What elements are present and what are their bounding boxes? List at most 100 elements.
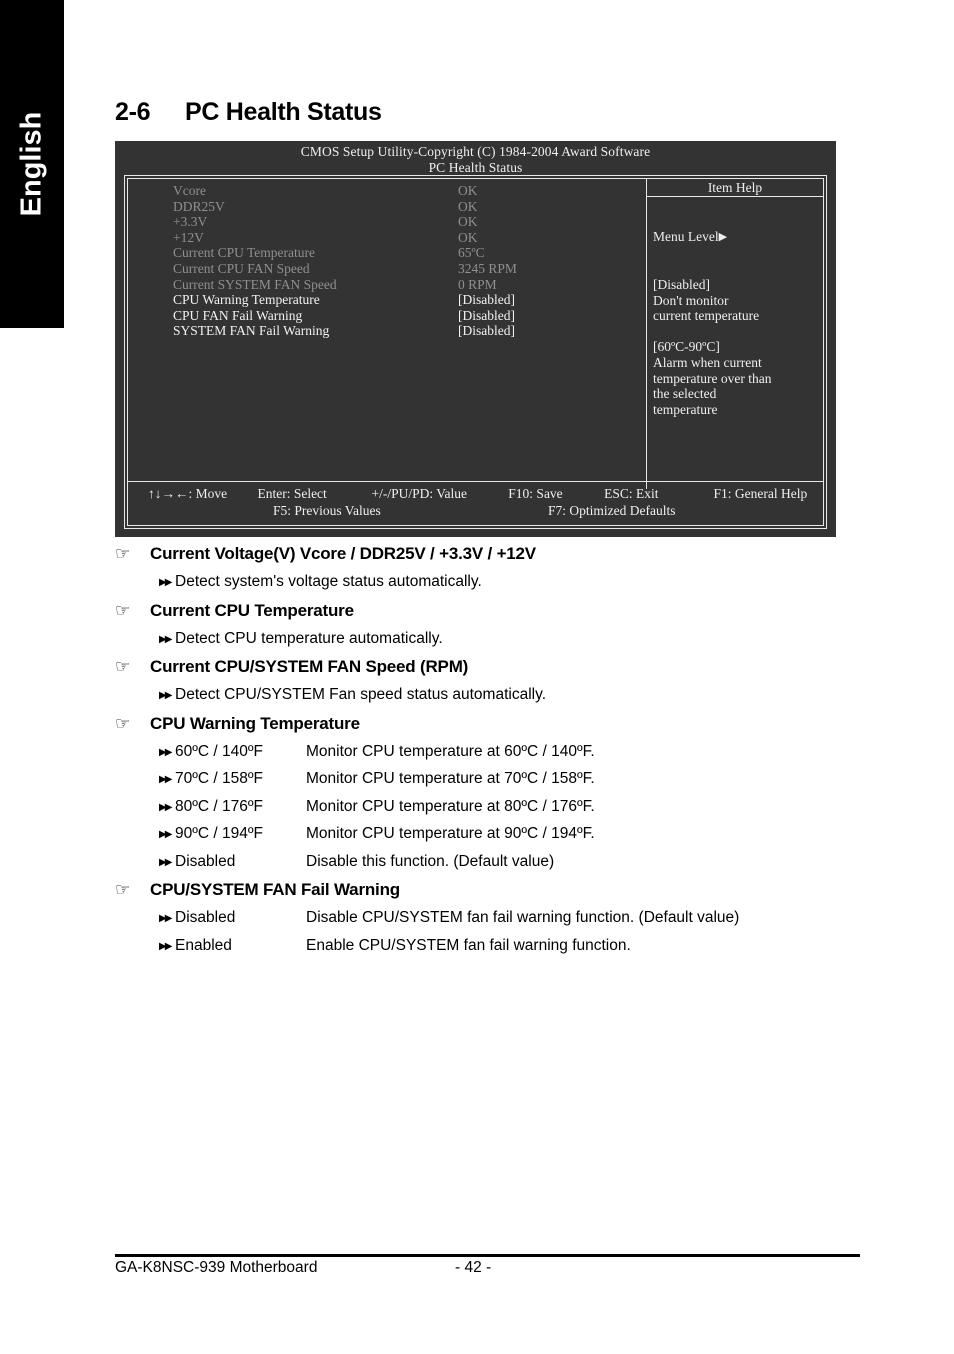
hand-pointer-icon: ☞ [115,713,131,734]
bios-settings-list: Vcore OK DDR25V OK +3.3V OK +12V OK Curr… [128,179,646,489]
page-title: 2-6 PC Health Status [115,98,382,127]
explanation-block-current-voltage: ☞ Current Voltage(V) Vcore / DDR25V / +3… [115,544,875,597]
explanation-heading: ☞ Current CPU/SYSTEM FAN Speed (RPM) [115,657,875,677]
explanation-text: Detect system's voltage status automatic… [175,573,482,590]
setting-value[interactable]: [Disabled] [458,292,515,308]
menu-level-label: Menu Level [653,229,719,245]
key-esc-exit: ESC: Exit [604,486,659,501]
setting-value[interactable]: [Disabled] [458,323,515,339]
explanation-heading: ☞ CPU Warning Temperature [115,714,875,734]
explanation-row: ▶▶ Detect CPU temperature automatically. [115,626,875,654]
setting-row-ddr25v: DDR25V OK [128,199,646,215]
explanation-description: Enable CPU/SYSTEM fan fail warning funct… [306,936,631,954]
explanation-option: 60ºC / 140ºF [175,742,264,760]
explanation-option: 80ºC / 176ºF [175,797,264,815]
setting-value: OK [458,214,478,230]
key-f1-general-help: F1: General Help [713,486,808,501]
key-value: +/-/PU/PD: Value [371,486,467,501]
setting-value: 0 RPM [458,276,497,292]
setting-value: OK [458,198,478,214]
item-help-panel: Item Help Menu Level▶ [Disabled] Don't m… [646,179,823,489]
setting-label: CPU FAN Fail Warning [173,307,303,323]
page-content: 2-6 PC Health Status CMOS Setup Utility-C… [115,0,905,1354]
bios-key-legend-line-2: F5: Previous Values F7: Optimized Defaul… [128,502,823,519]
bios-key-legend-line-1: ↑↓→←: Move Enter: Select +/-/PU/PD: Valu… [128,485,823,502]
item-help-content: Menu Level▶ [Disabled] Don't monitor cur… [647,197,823,449]
explanation-heading-label: Current CPU Temperature [150,600,354,620]
explanation-block-fan-speed: ☞ Current CPU/SYSTEM FAN Speed (RPM) ▶▶ … [115,657,875,710]
footer-divider [115,1254,860,1257]
bios-inner-frame: Vcore OK DDR25V OK +3.3V OK +12V OK Curr… [127,178,824,526]
explanation-heading-label: Current Voltage(V) Vcore / DDR25V / +3.3… [150,544,536,563]
explanation-text: Detect CPU/SYSTEM Fan speed status autom… [175,686,547,703]
setting-label: Current CPU FAN Speed [173,260,310,276]
setting-value: OK [458,183,478,198]
bios-key-legend: ↑↓→←: Move Enter: Select +/-/PU/PD: Valu… [128,481,823,525]
explanation-row: ▶▶ Disabled Disable this function. (Defa… [115,849,875,877]
double-arrow-icon: ▶▶ [159,690,172,701]
explanation-row: ▶▶ 90ºC / 194ºF Monitor CPU temperature … [115,821,875,849]
explanation-block-cpu-warning-temperature: ☞ CPU Warning Temperature ▶▶ 60ºC / 140º… [115,714,875,877]
explanation-heading: ☞ CPU/SYSTEM FAN Fail Warning [115,880,875,900]
hand-pointer-icon: ☞ [115,600,131,621]
bios-title-line-2: PC Health Status [428,159,523,175]
hand-pointer-icon: ☞ [115,880,131,900]
key-f5-previous-values: F5: Previous Values [273,503,381,518]
key-f7-optimized-defaults: F7: Optimized Defaults [548,503,676,518]
bios-titlebar: CMOS Setup Utility-Copyright (C) 1984-20… [115,141,836,175]
bios-title-line-1: CMOS Setup Utility-Copyright (C) 1984-20… [300,144,651,159]
key-f10-save: F10: Save [508,486,563,501]
explanation-description: Disable this function. (Default value) [306,852,555,870]
section-number: 2-6 [115,98,151,126]
setting-value: 3245 RPM [458,260,517,276]
double-arrow-icon: ▶▶ [159,801,172,813]
explanation-description: Monitor CPU temperature at 90ºC / 194ºF. [306,825,595,842]
double-arrow-icon: ▶▶ [159,577,172,588]
double-arrow-icon: ▶▶ [159,633,172,645]
footer-page-number: - 42 - [455,1259,492,1276]
explanation-row: ▶▶ 70ºC / 158ºF Monitor CPU temperature … [115,766,875,794]
chevron-right-icon: ▶ [718,231,728,244]
explanation-row: ▶▶ Disabled Disable CPU/SYSTEM fan fail … [115,905,875,933]
setting-value: 65ºC [458,245,485,261]
hand-pointer-icon: ☞ [115,544,131,564]
explanation-block-current-cpu-temperature: ☞ Current CPU Temperature ▶▶ Detect CPU … [115,601,875,654]
explanation-option: Enabled [175,936,232,954]
setting-row-12v: +12V OK [128,230,646,246]
explanation-text: Detect CPU temperature automatically. [175,629,443,647]
language-tab-label: English [15,111,48,217]
setting-row-system-fan-fail-warning[interactable]: SYSTEM FAN Fail Warning [Disabled] [128,323,646,339]
explanation-description: Monitor CPU temperature at 60ºC / 140ºF. [306,742,595,760]
explanation-row: ▶▶ 60ºC / 140ºF Monitor CPU temperature … [115,739,875,767]
key-move: ↑↓→←: Move [148,486,228,501]
setting-label: Current SYSTEM FAN Speed [173,276,337,292]
explanation-description: Monitor CPU temperature at 70ºC / 158ºF. [306,770,595,787]
hand-pointer-icon: ☞ [115,657,131,677]
setting-label: Vcore [173,183,206,198]
footer-product-name: GA-K8NSC-939 Motherboard [115,1259,318,1276]
double-arrow-icon: ▶▶ [159,856,172,868]
setting-label: CPU Warning Temperature [173,292,320,308]
double-arrow-icon: ▶▶ [159,913,172,924]
explanation-row: ▶▶ Detect system's voltage status automa… [115,569,875,597]
explanation-row: ▶▶ Detect CPU/SYSTEM Fan speed status au… [115,682,875,710]
setting-label: SYSTEM FAN Fail Warning [173,323,330,339]
setting-row-cpu-fan-fail-warning[interactable]: CPU FAN Fail Warning [Disabled] [128,308,646,324]
language-tab: English [0,0,64,328]
explanation-description: Disable CPU/SYSTEM fan fail warning func… [306,909,740,926]
setting-row-current-system-fan-speed: Current SYSTEM FAN Speed 0 RPM [128,277,646,293]
double-arrow-icon: ▶▶ [159,746,172,758]
explanation-option: Disabled [175,852,236,870]
setting-row-current-cpu-temperature: Current CPU Temperature 65ºC [128,245,646,261]
explanation-heading: ☞ Current CPU Temperature [115,601,875,621]
setting-label: DDR25V [173,198,225,214]
bios-body: Vcore OK DDR25V OK +3.3V OK +12V OK Curr… [128,179,823,489]
setting-value[interactable]: [Disabled] [458,308,515,324]
explanation-heading-label: Current CPU/SYSTEM FAN Speed (RPM) [150,657,469,676]
setting-label: +12V [173,229,204,245]
setting-row-cpu-warning-temperature[interactable]: CPU Warning Temperature [Disabled] [128,292,646,308]
explanation-option: 90ºC / 194ºF [175,825,264,842]
double-arrow-icon: ▶▶ [159,940,172,952]
setting-row-vcore: Vcore OK [128,183,646,199]
explanation-heading: ☞ Current Voltage(V) Vcore / DDR25V / +3… [115,544,875,564]
